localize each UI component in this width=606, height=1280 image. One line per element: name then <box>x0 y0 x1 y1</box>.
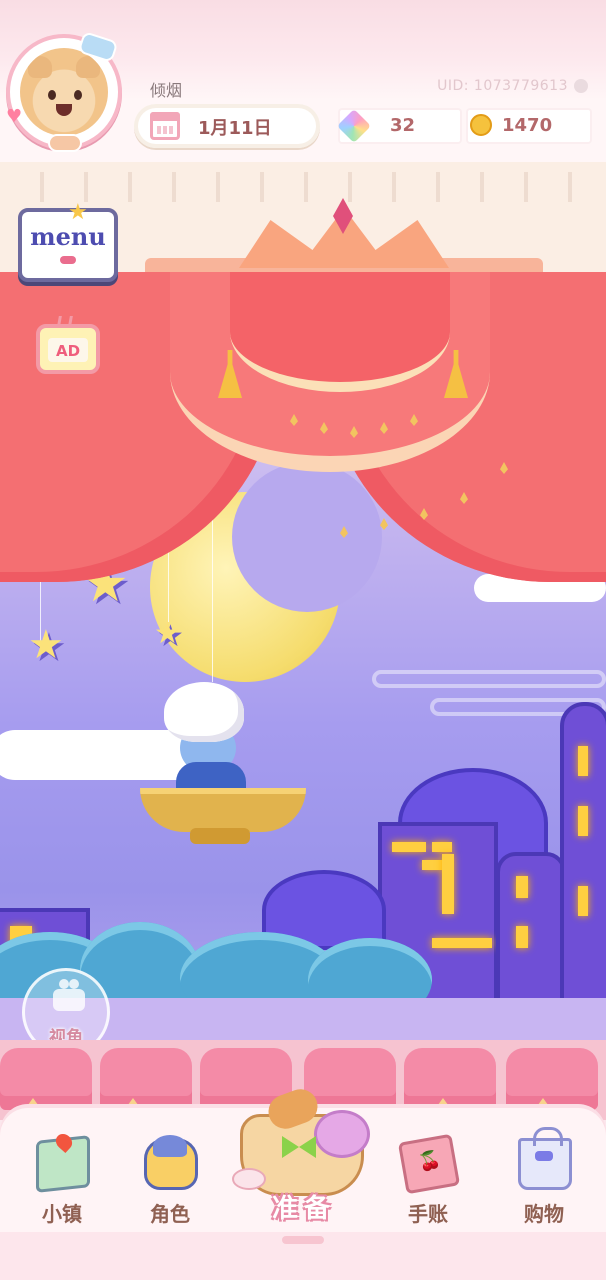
cherry-notebook-icon <box>397 1133 461 1195</box>
white-turban <box>164 682 244 742</box>
nav-role[interactable]: 角色 <box>120 1130 220 1230</box>
gem-counter[interactable]: 32 <box>337 108 462 144</box>
magic-lamp-base <box>190 828 250 844</box>
shopping-bag-icon <box>518 1127 572 1190</box>
nav-role-label: 角色 <box>150 1202 190 1226</box>
lit-window <box>516 876 528 898</box>
camera-icon <box>53 979 85 1011</box>
lit-window <box>516 926 528 948</box>
copy-icon[interactable] <box>574 79 588 93</box>
character-icon <box>144 1135 198 1190</box>
bow-icon <box>60 256 76 264</box>
gold-coin-icon <box>470 114 492 136</box>
nav-notebook-label: 手账 <box>408 1202 448 1226</box>
nav-prepare[interactable]: 准备 <box>224 1084 384 1232</box>
ad-button[interactable]: AD <box>36 316 100 374</box>
coin-amount: 1470 <box>502 115 553 136</box>
seat <box>100 1048 192 1110</box>
date-text: 1月11日 <box>198 118 272 139</box>
cookie-icon <box>48 134 82 152</box>
avatar-ear-left <box>28 56 52 78</box>
nav-prepare-label: 准备 <box>271 1194 336 1224</box>
hat-icon <box>314 1110 370 1158</box>
lit-window <box>432 842 452 852</box>
uid-text: UID: 1073779613 <box>437 78 568 94</box>
date-display[interactable]: 1月11日 ❄ <box>134 104 427 148</box>
curtain-valance-inner <box>230 272 450 392</box>
cloud-streak <box>372 670 606 688</box>
rainbow-gem-icon <box>337 109 371 143</box>
seat <box>0 1048 92 1110</box>
coin-counter[interactable]: 1470 <box>466 108 592 144</box>
player-avatar[interactable]: ♥ <box>6 30 126 152</box>
lit-window <box>392 842 426 852</box>
player-uid[interactable]: UID: 1073779613 <box>437 78 588 94</box>
avatar-mouth <box>56 104 72 116</box>
seat <box>506 1048 598 1110</box>
lit-window <box>578 746 588 776</box>
player-character[interactable] <box>140 682 310 852</box>
nav-town-label: 小镇 <box>42 1202 82 1226</box>
avatar-eye-left <box>48 90 56 100</box>
moon-shadow <box>232 462 382 612</box>
lit-window <box>422 860 442 870</box>
flower-icon <box>232 1168 266 1190</box>
hamster-avatar-image <box>20 48 108 136</box>
magic-lamp <box>140 788 306 832</box>
map-pin-icon <box>36 1135 90 1193</box>
lit-window <box>578 806 588 836</box>
tall-tower-building <box>560 702 606 1002</box>
star-icon: ★ <box>28 622 64 668</box>
home-indicator <box>282 1236 324 1244</box>
player-name: 倾烟 <box>150 81 183 100</box>
avatar-eye-right <box>74 90 82 100</box>
tv-icon: AD <box>36 324 100 374</box>
lit-window <box>578 886 588 916</box>
lit-window <box>442 854 454 914</box>
calendar-icon <box>150 112 180 140</box>
nav-shop-label: 购物 <box>524 1202 564 1226</box>
tower-building <box>496 852 566 1002</box>
gem-amount: 32 <box>390 115 416 136</box>
ad-label: AD <box>55 342 81 360</box>
lit-window <box>432 938 492 948</box>
nav-shop[interactable]: 购物 <box>494 1127 594 1230</box>
stage-scene[interactable]: ★ ★ ★ <box>0 162 606 1072</box>
seat <box>404 1048 496 1110</box>
menu-button[interactable]: ★ menu <box>14 200 122 284</box>
nav-notebook[interactable]: 手账 <box>378 1130 478 1230</box>
nav-town[interactable]: 小镇 <box>12 1130 112 1230</box>
heart-icon: ♥ <box>6 106 23 127</box>
avatar-ear-right <box>76 56 100 78</box>
star-icon: ★ <box>154 616 181 651</box>
menu-label: menu <box>30 222 106 251</box>
